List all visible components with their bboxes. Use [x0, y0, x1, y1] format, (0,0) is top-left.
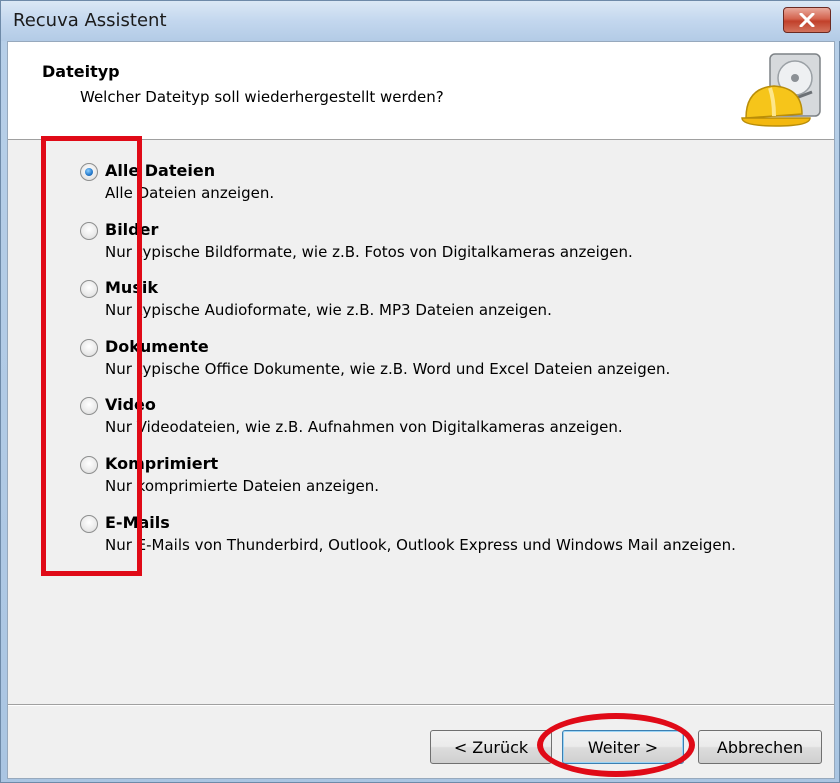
option-description: Nur Videodateien, wie z.B. Aufnahmen von… — [105, 418, 623, 437]
option-description: Nur E-Mails von Thunderbird, Outlook, Ou… — [105, 535, 736, 554]
option-description: Nur komprimierte Dateien anzeigen. — [105, 476, 380, 495]
cancel-button[interactable]: Abbrechen — [698, 730, 822, 764]
close-button[interactable] — [783, 7, 831, 33]
page-subtitle: Welcher Dateityp soll wiederhergestellt … — [80, 88, 444, 106]
option-musik[interactable]: Musik Nur typische Audioformate, wie z.B… — [80, 275, 820, 334]
title-bar[interactable]: Recuva Assistent — [1, 1, 840, 41]
option-alle-dateien[interactable]: Alle Dateien Alle Dateien anzeigen. — [80, 158, 820, 217]
annotation-highlight-next-button — [537, 713, 695, 777]
option-description: Nur typische Bildformate, wie z.B. Fotos… — [105, 242, 633, 261]
page-title: Dateityp — [42, 62, 120, 81]
footer-separator — [8, 704, 834, 706]
file-type-options: Alle Dateien Alle Dateien anzeigen. Bild… — [80, 158, 820, 568]
back-button[interactable]: < Zurück — [430, 730, 552, 764]
wizard-header: Dateityp Welcher Dateityp soll wiederher… — [8, 42, 834, 140]
recuva-hardhat-disk-icon — [741, 53, 821, 127]
option-komprimiert[interactable]: Komprimiert Nur komprimierte Dateien anz… — [80, 451, 820, 510]
option-dokumente[interactable]: Dokumente Nur typische Office Dokumente,… — [80, 334, 820, 393]
option-video[interactable]: Video Nur Videodateien, wie z.B. Aufnahm… — [80, 392, 820, 451]
annotation-highlight-radios — [41, 136, 142, 576]
option-bilder[interactable]: Bilder Nur typische Bildformate, wie z.B… — [80, 217, 820, 276]
close-icon — [799, 13, 815, 27]
option-description: Nur typische Audioformate, wie z.B. MP3 … — [105, 301, 552, 320]
option-description: Nur typische Office Dokumente, wie z.B. … — [105, 359, 671, 378]
window-title: Recuva Assistent — [13, 10, 167, 31]
option-e-mails[interactable]: E-Mails Nur E-Mails von Thunderbird, Out… — [80, 510, 820, 569]
